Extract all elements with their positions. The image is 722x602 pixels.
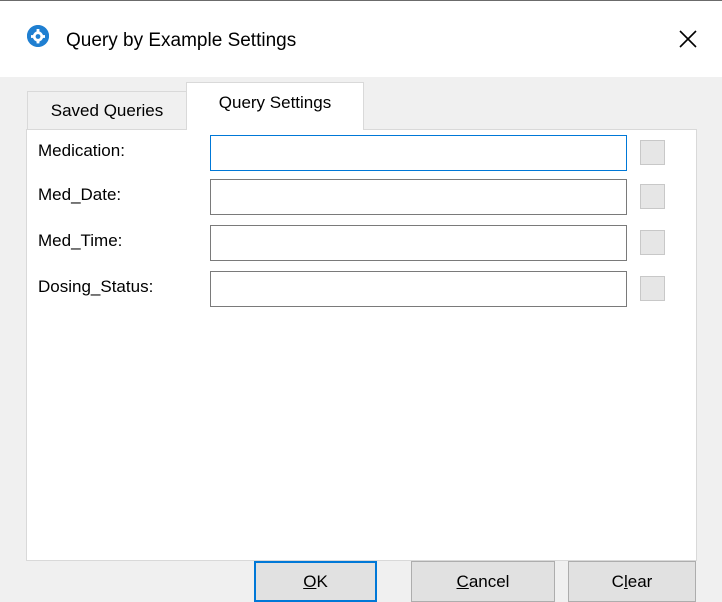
app-gear-icon bbox=[27, 25, 49, 47]
medication-input[interactable] bbox=[210, 135, 627, 171]
dosing-status-checkbox[interactable] bbox=[640, 276, 665, 301]
tab-query-settings-label: Query Settings bbox=[218, 92, 332, 112]
med-date-label: Med_Date: bbox=[38, 185, 122, 204]
window-title: Query by Example Settings bbox=[66, 30, 297, 51]
close-button[interactable] bbox=[668, 19, 708, 59]
title-bar[interactable]: Query by Example Settings bbox=[0, 1, 722, 77]
med-date-checkbox[interactable] bbox=[640, 184, 665, 209]
close-icon bbox=[679, 30, 697, 48]
tab-query-settings[interactable]: Query Settings bbox=[186, 82, 364, 130]
tab-saved-queries[interactable]: Saved Queries bbox=[27, 91, 187, 129]
dosing-status-label: Dosing_Status: bbox=[38, 277, 154, 296]
med-time-checkbox[interactable] bbox=[640, 230, 665, 255]
med-time-label: Med_Time: bbox=[38, 231, 123, 250]
ok-mnemonic: O bbox=[303, 571, 317, 591]
clear-mnemonic: l bbox=[623, 571, 628, 591]
med-date-input[interactable] bbox=[210, 179, 627, 215]
medication-label: Medication: bbox=[38, 141, 125, 160]
tab-saved-queries-label: Saved Queries bbox=[50, 100, 164, 120]
cancel-rest: ancel bbox=[468, 571, 510, 591]
medication-checkbox[interactable] bbox=[640, 140, 665, 165]
med-time-input[interactable] bbox=[210, 225, 627, 261]
ok-rest: K bbox=[316, 571, 328, 591]
cancel-mnemonic: C bbox=[456, 571, 469, 591]
dialog-window: Query by Example Settings Saved Queries … bbox=[0, 0, 722, 602]
dosing-status-input[interactable] bbox=[210, 271, 627, 307]
